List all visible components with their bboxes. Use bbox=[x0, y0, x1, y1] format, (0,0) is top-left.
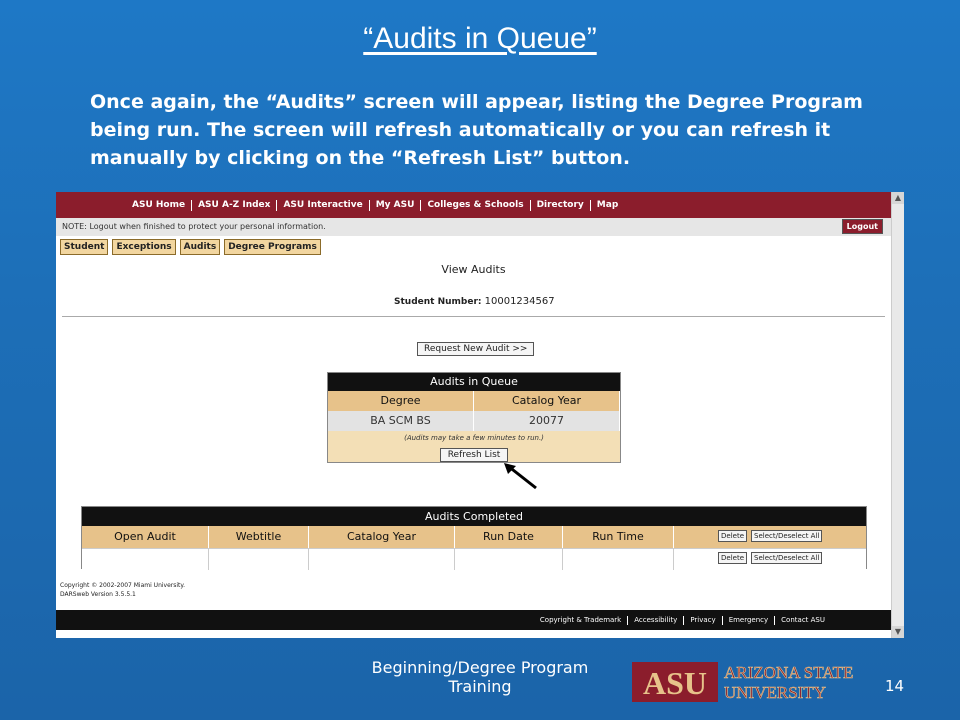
queue-cell-degree: BA SCM BS bbox=[328, 411, 474, 431]
queue-header: Audits in Queue bbox=[328, 373, 620, 391]
request-new-audit-button[interactable]: Request New Audit >> bbox=[417, 342, 535, 356]
footer-link-privacy[interactable]: Privacy bbox=[684, 616, 723, 625]
nav-asu-home[interactable]: ASU Home bbox=[126, 200, 193, 211]
asu-top-nav: ASU Home ASU A-Z Index ASU Interactive M… bbox=[56, 192, 891, 218]
tab-degree-programs[interactable]: Degree Programs bbox=[224, 239, 321, 255]
svg-text:ASU: ASU bbox=[643, 665, 707, 701]
completed-col-open-audit: Open Audit bbox=[82, 526, 209, 548]
completed-col-run-time: Run Time bbox=[563, 526, 674, 548]
table-row: BA SCM BS 20077 bbox=[328, 411, 620, 431]
tab-exceptions[interactable]: Exceptions bbox=[112, 239, 176, 255]
empty-cell bbox=[563, 548, 674, 570]
slide-title: “Audits in Queue” bbox=[363, 22, 597, 55]
nav-my-asu[interactable]: My ASU bbox=[370, 200, 422, 211]
empty-cell bbox=[309, 548, 455, 570]
tab-audits[interactable]: Audits bbox=[179, 239, 221, 255]
divider bbox=[62, 316, 885, 317]
student-number-value: 10001234567 bbox=[484, 296, 555, 307]
queue-col-catalog-year: Catalog Year bbox=[474, 391, 620, 411]
student-number-label: Student Number: bbox=[394, 297, 482, 307]
svg-text:UNIVERSITY: UNIVERSITY bbox=[724, 683, 826, 702]
tab-student[interactable]: Student bbox=[60, 239, 109, 255]
nav-directory[interactable]: Directory bbox=[531, 200, 591, 211]
slide-body-text: Once again, the “Audits” screen will app… bbox=[90, 91, 863, 169]
footer-link-copyright[interactable]: Copyright & Trademark bbox=[534, 616, 629, 625]
copyright-line: Copyright © 2002-2007 Miami University. bbox=[60, 582, 186, 589]
completed-col-webtitle: Webtitle bbox=[209, 526, 309, 548]
completed-header-buttons: Delete Select/Deselect All bbox=[718, 530, 823, 542]
queue-hint: (Audits may take a few minutes to run.) bbox=[404, 434, 544, 442]
empty-cell bbox=[455, 548, 563, 570]
footer-link-contact-asu[interactable]: Contact ASU bbox=[775, 616, 831, 625]
empty-cell bbox=[209, 548, 309, 570]
scroll-down-icon[interactable]: ▼ bbox=[892, 626, 904, 638]
completed-row-buttons: Delete Select/Deselect All bbox=[718, 552, 823, 564]
delete-button[interactable]: Delete bbox=[718, 552, 747, 564]
queue-columns: Degree Catalog Year bbox=[328, 391, 620, 411]
asu-logo: ASU ARIZONA STATE UNIVERSITY bbox=[632, 662, 854, 702]
vertical-scrollbar[interactable]: ▲ ▼ bbox=[891, 192, 904, 638]
page-number: 14 bbox=[885, 677, 905, 695]
footer-link-emergency[interactable]: Emergency bbox=[723, 616, 776, 625]
logout-note: NOTE: Logout when finished to protect yo… bbox=[62, 222, 326, 231]
version-line: DARSweb Version 3.5.5.1 bbox=[60, 591, 136, 598]
logout-button[interactable]: Logout bbox=[841, 219, 883, 234]
student-number-row: Student Number: 10001234567 bbox=[394, 296, 555, 307]
copyright-text: Copyright © 2002-2007 Miami University. … bbox=[60, 581, 185, 599]
arrow-pointer-icon bbox=[504, 463, 537, 490]
empty-cell bbox=[82, 548, 209, 570]
view-audits-title: View Audits bbox=[441, 263, 506, 276]
nav-colleges-schools[interactable]: Colleges & Schools bbox=[421, 200, 531, 211]
nav-map[interactable]: Map bbox=[591, 200, 624, 211]
nav-asu-az-index[interactable]: ASU A-Z Index bbox=[192, 200, 278, 211]
queue-footer: (Audits may take a few minutes to run.) … bbox=[328, 431, 620, 462]
browser-screenshot: ASU Home ASU A-Z Index ASU Interactive M… bbox=[56, 192, 904, 638]
asu-footer-bar: Copyright & Trademark Accessibility Priv… bbox=[56, 610, 891, 630]
refresh-list-button[interactable]: Refresh List bbox=[439, 448, 509, 462]
queue-cell-catalog-year: 20077 bbox=[474, 411, 620, 431]
audits-in-queue-table: Audits in Queue Degree Catalog Year BA S… bbox=[327, 372, 621, 463]
select-deselect-all-button[interactable]: Select/Deselect All bbox=[751, 552, 823, 564]
slide-footer: Beginning/Degree Program Training bbox=[371, 658, 589, 696]
completed-col-run-date: Run Date bbox=[455, 526, 563, 548]
scroll-up-icon[interactable]: ▲ bbox=[892, 192, 904, 204]
logout-note-bar: NOTE: Logout when finished to protect yo… bbox=[56, 218, 891, 236]
footer-link-accessibility[interactable]: Accessibility bbox=[628, 616, 685, 625]
queue-col-degree: Degree bbox=[328, 391, 474, 411]
nav-asu-interactive[interactable]: ASU Interactive bbox=[277, 200, 370, 211]
completed-col-catalog-year: Catalog Year bbox=[309, 526, 455, 548]
dars-tabs: Student Exceptions Audits Degree Program… bbox=[60, 239, 321, 255]
delete-button[interactable]: Delete bbox=[718, 530, 747, 542]
svg-text:ARIZONA STATE: ARIZONA STATE bbox=[724, 663, 853, 682]
select-deselect-all-button[interactable]: Select/Deselect All bbox=[751, 530, 823, 542]
completed-header: Audits Completed bbox=[82, 507, 866, 526]
